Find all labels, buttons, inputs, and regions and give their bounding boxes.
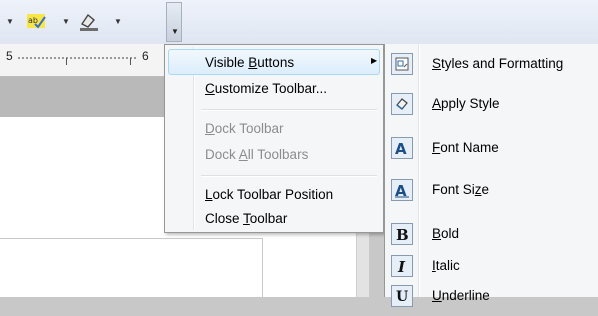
menu-item-label: Dock (205, 147, 239, 162)
chevron-down-icon: ▼ (6, 16, 14, 26)
dropdown-arrow-button[interactable]: ▼ (114, 10, 122, 32)
menu-item-accelerator: z (474, 182, 482, 197)
menu-item-accelerator: D (205, 121, 215, 136)
ruler-number: 5 (6, 49, 13, 63)
chevron-down-icon: ▼ (114, 16, 122, 26)
font-name-icon: A (391, 137, 413, 159)
menu-item-dock-toolbar: Dock Toolbar (205, 121, 284, 136)
svg-text:A: A (395, 182, 407, 198)
menu-item-label: ock Toolbar Position (212, 187, 334, 202)
menu-item-accelerator: C (205, 81, 215, 96)
spellcheck-button[interactable]: ab (26, 10, 46, 32)
svg-text:ab: ab (28, 16, 38, 25)
submenu-item-label: e (481, 182, 490, 197)
ruler-tick (130, 58, 131, 65)
chevron-down-icon: ▼ (171, 27, 179, 36)
menu-item-accelerator: A (432, 96, 442, 111)
submenu-item-bold[interactable]: B Bold (385, 220, 598, 254)
menu-item-customize-toolbar[interactable]: Customize Toolbar... (205, 81, 327, 96)
ruler-dots (18, 57, 136, 59)
dropdown-arrow-button[interactable]: ▼ (6, 10, 14, 32)
submenu-item-label: talic (435, 258, 460, 273)
menu-item-accelerator: S (432, 56, 442, 71)
menu-item-accelerator: B (432, 226, 442, 241)
highlight-button[interactable] (78, 10, 98, 32)
toolbar-context-menu: Visible Buttons ▶ Customize Toolbar... D… (164, 44, 384, 233)
menu-item-lock-toolbar-position[interactable]: Lock Toolbar Position (205, 187, 333, 202)
menu-item-accelerator: L (205, 187, 213, 202)
menu-item-label: Visible (205, 55, 249, 70)
apply-style-icon (391, 93, 413, 115)
ruler-tick (66, 58, 67, 65)
submenu-item-apply-style[interactable]: Apply Style (385, 90, 598, 124)
menu-item-accelerator: A (238, 147, 248, 162)
submenu-item-label: tyles and Formatting (441, 56, 564, 71)
visible-buttons-submenu: Styles and Formatting Apply Style A Font… (384, 44, 598, 307)
dropdown-arrow-button[interactable]: ▼ (62, 10, 70, 32)
chevron-down-icon: ▼ (62, 16, 70, 26)
svg-text:B: B (396, 226, 409, 242)
menu-item-label: Close (205, 211, 244, 226)
underline-icon: U (391, 285, 413, 307)
submenu-arrow-icon: ▶ (371, 56, 378, 65)
submenu-item-label: pply Style (441, 96, 500, 111)
page-boundary-line (262, 238, 263, 297)
bold-icon: B (391, 223, 413, 245)
submenu-item-underline[interactable]: U Underline (385, 282, 598, 316)
svg-text:A: A (395, 140, 407, 156)
menu-item-accelerator: B (248, 55, 258, 70)
highlight-icon (78, 12, 98, 31)
submenu-item-label: nderline (441, 288, 490, 303)
menu-item-label: ll Toolbars (247, 147, 309, 162)
menu-item-accelerator: F (432, 140, 441, 155)
submenu-item-font-name[interactable]: A Font Name (385, 134, 598, 168)
submenu-item-styles-formatting[interactable]: Styles and Formatting (385, 50, 598, 84)
page-boundary-line (0, 238, 262, 239)
styles-formatting-icon (391, 53, 413, 75)
submenu-item-italic[interactable]: I Italic (385, 252, 598, 286)
toolbar: ▼ ab ▼ ▼ ▼ (0, 0, 598, 45)
menu-item-label: oolbar (249, 211, 288, 226)
menu-item-label: ock Toolbar (214, 121, 284, 136)
menu-separator (201, 109, 377, 111)
menu-item-visible-buttons[interactable]: Visible Buttons (205, 55, 294, 70)
menu-item-dock-all-toolbars: Dock All Toolbars (205, 147, 308, 162)
ruler-number: 6 (142, 49, 149, 63)
menu-item-accelerator: T (243, 211, 250, 226)
font-size-icon: A (391, 179, 413, 201)
submenu-item-label: old (441, 226, 460, 241)
spellcheck-icon: ab (26, 12, 46, 30)
italic-icon: I (391, 255, 413, 277)
submenu-item-label: ont Name (440, 140, 499, 155)
menu-item-label: ustomize Toolbar... (214, 81, 328, 96)
svg-text:I: I (397, 258, 406, 274)
toolbar-options-button[interactable]: ▼ (166, 2, 182, 42)
menu-item-close-toolbar[interactable]: Close Toolbar (205, 211, 287, 226)
submenu-item-label: Font Si (432, 182, 475, 197)
menu-separator (201, 175, 377, 177)
menu-item-accelerator: U (432, 288, 442, 303)
menu-item-label: uttons (257, 55, 295, 70)
submenu-item-font-size[interactable]: A Font Size (385, 176, 598, 210)
